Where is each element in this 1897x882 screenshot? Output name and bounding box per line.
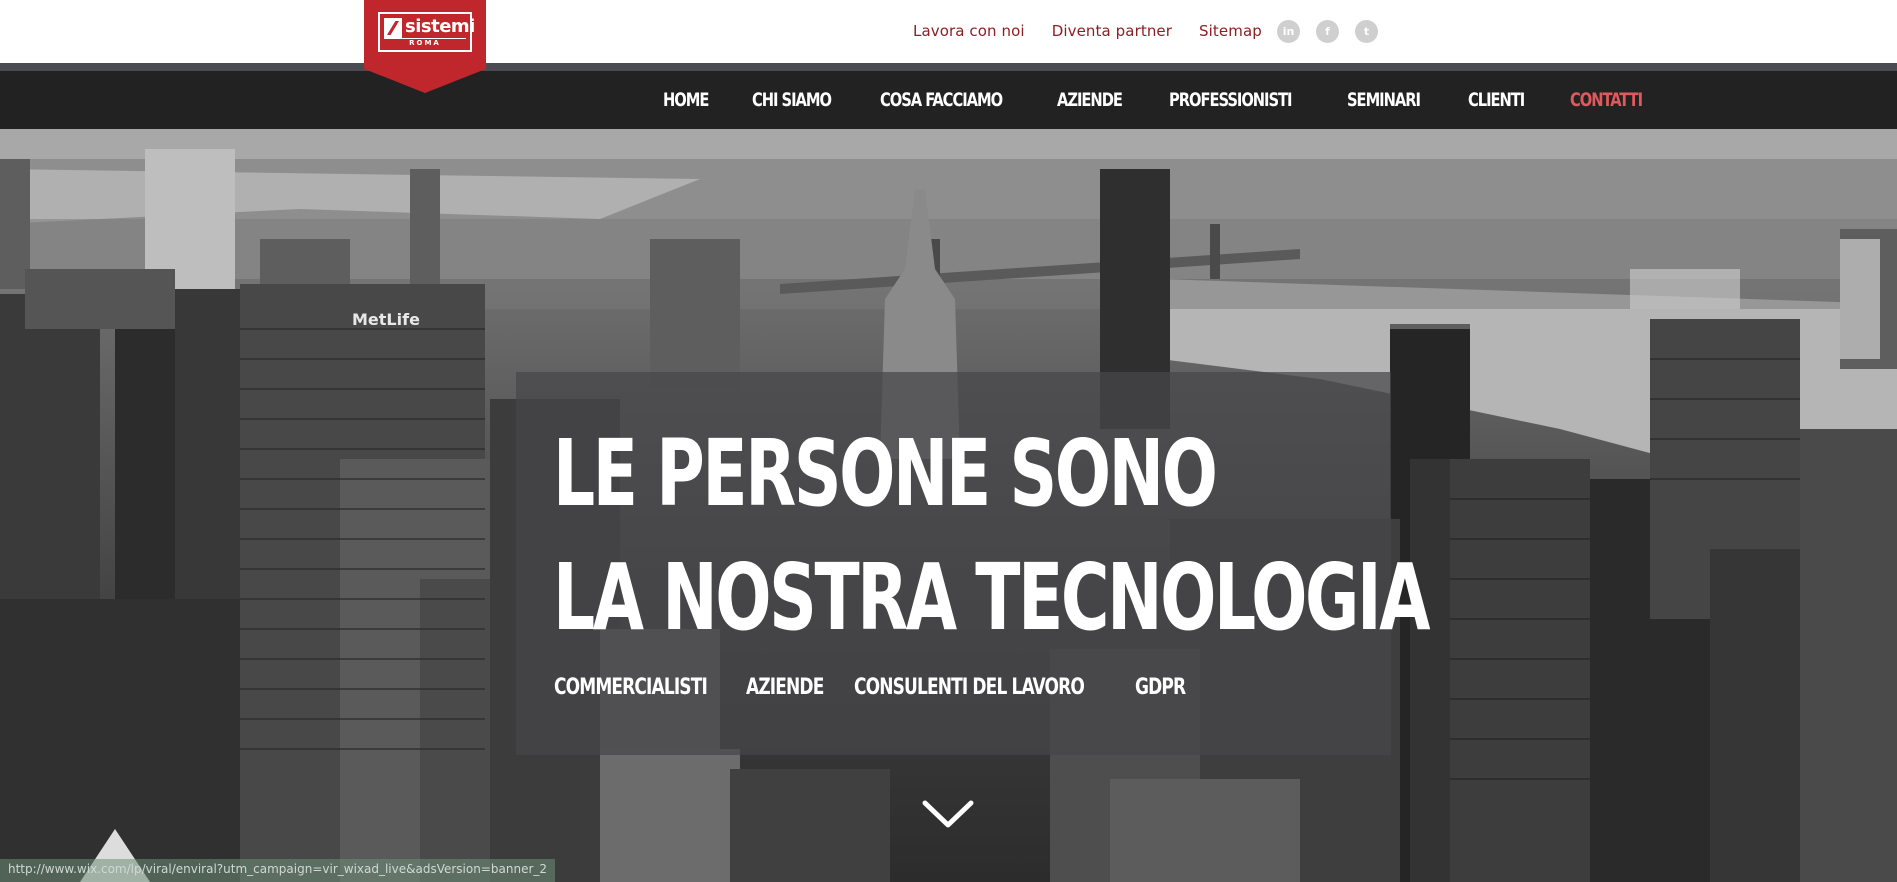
nav-item-home[interactable]: HOME [663,89,709,111]
top-link-lavora[interactable]: Lavora con noi [913,22,1025,40]
hero-headline: LE PERSONE SONO LA NOSTRA TECNOLOGIA [553,412,1430,660]
nav-item-professionisti[interactable]: PROFESSIONISTI [1169,89,1293,111]
category-commercialisti[interactable]: COMMERCIALISTI [554,675,708,700]
chevron-down-icon[interactable] [922,797,974,831]
nav-accent-stripe [0,63,1897,71]
top-link-partner[interactable]: Diventa partner [1052,22,1172,40]
logo-frame: sistemi ROMA [378,12,475,52]
logo-text: sistemi [405,16,475,37]
nav-item-contatti[interactable]: CONTATTI [1570,89,1643,111]
category-consulenti[interactable]: CONSULENTI DEL LAVORO [854,675,1085,700]
top-bar: Lavora con noi Diventa partner Sitemap i… [0,0,1897,63]
nav-item-aziende[interactable]: AZIENDE [1057,89,1123,111]
top-link-sitemap[interactable]: Sitemap [1199,22,1262,40]
social-links: in f t [1277,20,1378,43]
nav-item-cosa-facciamo[interactable]: COSA FACCIAMO [880,89,1003,111]
hero-section: MetLife LE PERSONE SONO LA NOSTRA TECNOL… [0,129,1897,882]
hero-headline-line1: LE PERSONE SONO [553,420,1218,527]
nav-items: HOME CHI SIAMO COSA FACCIAMO AZIENDE PRO… [663,71,1689,129]
logo-mark-icon [384,18,402,38]
nav-item-chi-siamo[interactable]: CHI SIAMO [752,89,832,111]
main-nav: HOME CHI SIAMO COSA FACCIAMO AZIENDE PRO… [0,71,1897,129]
hero-category-links: COMMERCIALISTI AZIENDE CONSULENTI DEL LA… [554,675,1202,700]
hero-headline-line2: LA NOSTRA TECNOLOGIA [553,544,1430,651]
facebook-icon[interactable]: f [1316,20,1339,43]
nav-item-seminari[interactable]: SEMINARI [1347,89,1421,111]
nav-item-clienti[interactable]: CLIENTI [1468,89,1525,111]
twitter-icon[interactable]: t [1355,20,1378,43]
browser-status-url: http://www.wix.com/lp/viral/enviral?utm_… [0,859,556,882]
category-aziende[interactable]: AZIENDE [746,675,824,700]
category-gdpr[interactable]: GDPR [1135,675,1186,700]
linkedin-icon[interactable]: in [1277,20,1300,43]
page: Lavora con noi Diventa partner Sitemap i… [0,0,1897,882]
logo-subtext: ROMA [384,38,466,47]
top-links: Lavora con noi Diventa partner Sitemap [913,22,1262,40]
metlife-sign: MetLife [352,310,420,329]
